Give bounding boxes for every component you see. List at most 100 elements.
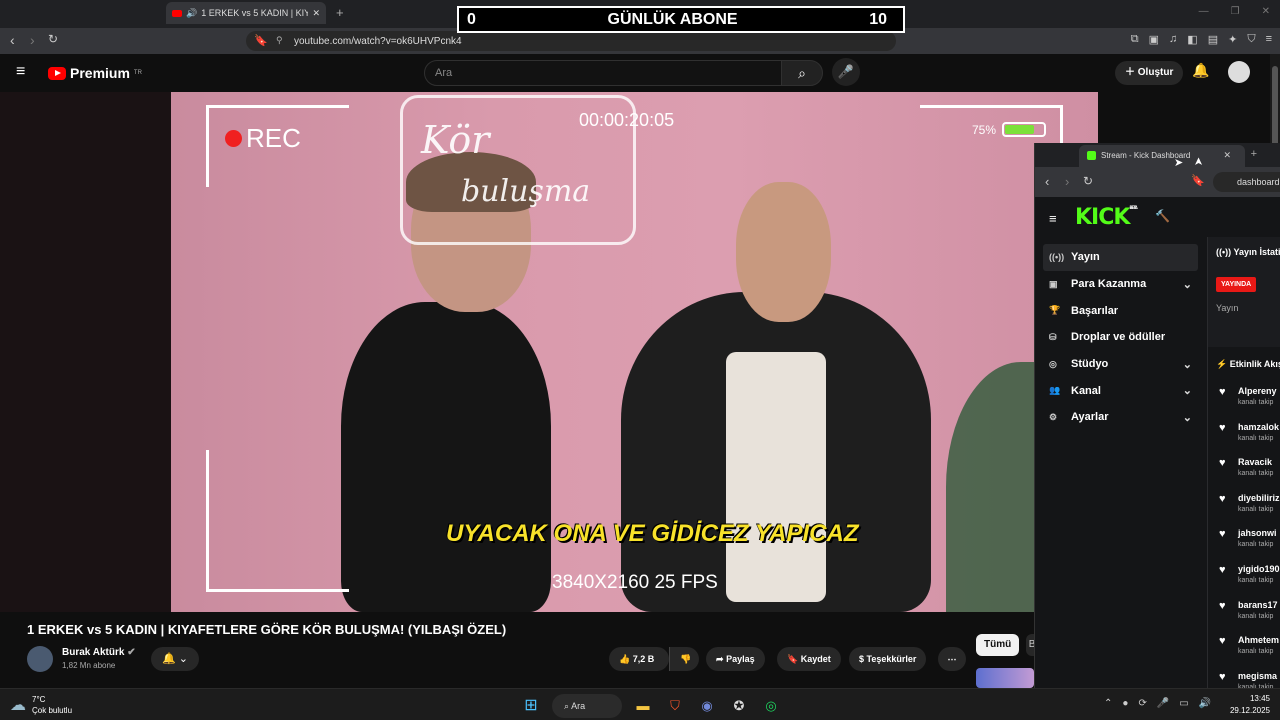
follower-name[interactable]: Ahmetem <box>1238 635 1279 645</box>
follower-name[interactable]: yigido190 <box>1238 564 1280 574</box>
follower-name[interactable]: megisma <box>1238 671 1277 681</box>
tray-app-icon[interactable]: ● <box>1122 698 1128 709</box>
like-button[interactable]: 👍 7,2 B <box>609 647 669 671</box>
wallet-icon[interactable]: ▤ <box>1208 33 1218 46</box>
kick-close-tab-icon[interactable]: ✕ <box>1223 150 1231 161</box>
subscription-bell-button[interactable]: 🔔 ⌄ <box>151 647 199 671</box>
close-window-button[interactable]: ✕ <box>1262 6 1270 17</box>
new-tab-button[interactable]: + <box>336 5 344 20</box>
kick-hammer-icon[interactable]: 🔨 <box>1155 209 1170 223</box>
tab-title: 1 ERKEK vs 5 KADIN | KIYAFE... <box>201 8 309 18</box>
notifications-bell-icon[interactable]: 🔔 <box>1192 62 1209 79</box>
music-icon[interactable]: ♫ <box>1169 33 1177 46</box>
minimize-button[interactable]: — <box>1199 6 1209 17</box>
channel-avatar[interactable] <box>27 646 53 672</box>
follow-action: kanalı takip <box>1238 648 1274 656</box>
weather-desc: Çok bulutlu <box>32 706 73 715</box>
browser-tab-youtube[interactable]: 🔊 1 ERKEK vs 5 KADIN | KIYAFE... ✕ <box>166 2 326 24</box>
bookmark-icon[interactable]: 🔖 <box>254 34 268 47</box>
more-actions-button[interactable]: ⋯ <box>938 647 966 671</box>
battery-icon <box>1002 122 1047 137</box>
youtube-logo[interactable]: Premium TR <box>48 65 142 81</box>
kick-nav-item[interactable]: ▣ Para Kazanma ⌄ <box>1043 271 1198 298</box>
kick-nav-item[interactable]: 🏆 Başarılar <box>1043 297 1198 324</box>
menu-icon[interactable]: ≡ <box>1266 33 1272 46</box>
close-tab-icon[interactable]: ✕ <box>312 8 320 19</box>
mic-tray-icon[interactable]: 🎤 <box>1157 698 1169 709</box>
save-button[interactable]: 🔖 Kaydet <box>777 647 841 671</box>
follower-name[interactable]: hamzalok <box>1238 422 1279 432</box>
kick-nav-item[interactable]: ⚙ Ayarlar ⌄ <box>1043 404 1198 431</box>
chevron-down-icon[interactable]: ⌄ <box>1183 278 1192 291</box>
follower-name[interactable]: jahsonwi <box>1238 528 1277 538</box>
mic-icon: 🎤 <box>837 64 855 79</box>
site-info-icon[interactable]: ⚲ <box>276 35 283 46</box>
recommended-thumbnail[interactable] <box>976 668 1034 688</box>
system-clock[interactable]: 13:45 29.12.2025 <box>1226 693 1270 717</box>
windows-start-icon[interactable]: ⊞ <box>520 695 542 717</box>
screenshot-icon[interactable]: ▣ <box>1149 33 1159 46</box>
chevron-up-icon[interactable]: ⌃ <box>1104 698 1112 709</box>
ai-icon[interactable]: ✦ <box>1228 33 1237 46</box>
kick-forward-icon[interactable]: › <box>1065 174 1069 189</box>
chevron-down-icon[interactable]: ⌄ <box>1183 384 1192 397</box>
back-icon[interactable]: ‹ <box>10 32 15 48</box>
vpn-icon[interactable]: ⛉ <box>1247 33 1255 46</box>
kick-new-tab-button[interactable]: + <box>1251 148 1257 160</box>
user-avatar[interactable] <box>1228 61 1250 83</box>
create-button[interactable]: ＋ Oluştur <box>1115 61 1184 85</box>
activity-item: ♥ jahsonwi kanalı takip <box>1216 522 1280 558</box>
volume-icon[interactable]: 🔊 <box>1199 698 1211 709</box>
search-input[interactable]: Ara <box>424 60 782 86</box>
follow-action: kanalı takip <box>1238 399 1274 406</box>
forward-icon[interactable]: › <box>30 32 35 48</box>
speaker-icon[interactable]: 🔊 <box>186 8 197 19</box>
file-explorer-icon[interactable]: ▬ <box>632 695 654 717</box>
follower-name[interactable]: barans17 <box>1238 600 1278 610</box>
kick-reload-icon[interactable]: ↻ <box>1083 174 1093 188</box>
spotify-icon[interactable]: ◎ <box>760 695 782 717</box>
brave-browser-icon[interactable]: ⛉ <box>664 695 686 717</box>
kick-url-field[interactable]: dashboard <box>1213 172 1280 192</box>
channel-name[interactable]: Burak Aktürk ✔ <box>62 647 136 658</box>
url-field[interactable]: 🔖 ⚲ youtube.com/watch?v=ok6UHVPcnk4 <box>246 31 896 51</box>
sync-icon[interactable]: ⟳ <box>1138 698 1146 709</box>
hamburger-menu-icon[interactable]: ≡ <box>16 63 25 81</box>
kick-back-icon[interactable]: ‹ <box>1045 174 1049 189</box>
extensions-icon[interactable]: ⧉ <box>1131 33 1139 46</box>
maximize-button[interactable]: ❐ <box>1231 6 1240 17</box>
stream-stats-icon: ((•)) <box>1216 247 1232 257</box>
taskbar-search[interactable]: ⌕ Ara <box>552 694 622 718</box>
kick-nav-item[interactable]: ((•)) Yayın <box>1043 244 1198 271</box>
kick-menu-icon[interactable]: ≡ <box>1049 211 1057 226</box>
search-button[interactable]: ⌕ <box>781 60 823 86</box>
app-icon[interactable]: ✪ <box>728 695 750 717</box>
chip-all[interactable]: Tümü <box>976 634 1020 656</box>
weather-widget[interactable]: ☁ 7°C Çok bulutlu <box>10 694 72 716</box>
share-button[interactable]: ➦ Paylaş <box>706 647 765 671</box>
kick-nav-item[interactable]: 👥 Kanal ⌄ <box>1043 377 1198 404</box>
kick-nav-item[interactable]: ◎ Stüdyo ⌄ <box>1043 351 1198 378</box>
chevron-down-icon[interactable]: ⌄ <box>1183 411 1192 424</box>
thanks-button[interactable]: $ Teşekkürler <box>849 647 927 671</box>
network-icon[interactable]: ▭ <box>1179 698 1188 709</box>
kick-bookmark-icon[interactable]: 🔖 <box>1191 174 1205 187</box>
kick-browser-tab[interactable]: Stream - Kick Dashboard <box>1079 145 1245 167</box>
activity-item: ♥ yigido190 kanalı takip <box>1216 558 1280 594</box>
follower-name[interactable]: diyebiliriz <box>1238 493 1280 503</box>
voice-search-button[interactable]: 🎤 <box>832 58 860 86</box>
discord-icon[interactable]: ◉ <box>696 695 718 717</box>
kick-logo[interactable]: KICKBETA <box>1075 205 1138 230</box>
url-text: youtube.com/watch?v=ok6UHVPcnk4 <box>294 35 462 47</box>
kick-nav-item[interactable]: ⛁ Droplar ve ödüller <box>1043 324 1198 351</box>
follower-name[interactable]: Alpereny <box>1238 386 1277 396</box>
follower-name[interactable]: Ravacik <box>1238 457 1272 467</box>
reload-icon[interactable]: ↻ <box>48 32 58 46</box>
youtube-header: ≡ Premium TR Ara ⌕ 🎤 ＋ Oluştur 🔔 <box>0 54 1270 92</box>
dislike-button[interactable]: 👎 <box>669 647 699 671</box>
extension-toolbar: ⧉ ▣ ♫ ◧ ▤ ✦ ⛉ ≡ <box>1131 33 1272 46</box>
chevron-down-icon[interactable]: ⌄ <box>1183 358 1192 371</box>
overlay-right-count: 10 <box>869 10 887 28</box>
video-subtitle: UYACAK ONA VE GİDİCEZ YAPICAZ <box>446 520 859 547</box>
sidebar-icon[interactable]: ◧ <box>1187 33 1197 46</box>
